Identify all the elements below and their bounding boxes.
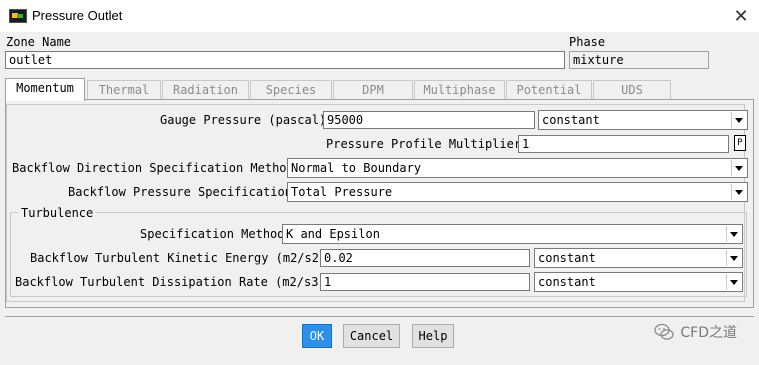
parameter-button[interactable]: P	[734, 135, 746, 151]
fluent-app-icon	[9, 9, 27, 23]
gauge-pressure-method-select[interactable]: constant	[538, 110, 748, 130]
tdr-method-select[interactable]: constant	[534, 272, 743, 292]
tke-input[interactable]: 0.02	[320, 249, 530, 267]
phase-label: Phase	[569, 35, 606, 49]
turbulence-legend: Turbulence	[18, 206, 97, 220]
profile-multiplier-label: Pressure Profile Multiplier	[326, 137, 522, 151]
profile-multiplier-input[interactable]: 1	[518, 135, 729, 153]
chevron-down-icon	[731, 112, 746, 128]
zone-name-input[interactable]: outlet	[5, 51, 565, 69]
divider	[5, 316, 754, 317]
specification-method-select[interactable]: K and Epsilon	[282, 224, 743, 244]
tab-thermal[interactable]: Thermal	[87, 80, 161, 100]
specification-method-label: Specification Method	[140, 227, 285, 241]
tab-potential[interactable]: Potential	[506, 80, 592, 100]
watermark: CFD之道	[654, 322, 737, 342]
tab-species[interactable]: Species	[250, 80, 332, 100]
chevron-down-icon	[731, 160, 746, 176]
specification-method-value: K and Epsilon	[286, 227, 380, 241]
tdr-input[interactable]: 1	[320, 273, 530, 291]
backflow-direction-label: Backflow Direction Specification Method	[12, 161, 294, 175]
chevron-down-icon	[726, 250, 741, 266]
tab-dpm[interactable]: DPM	[333, 80, 413, 100]
backflow-direction-select[interactable]: Normal to Boundary	[287, 158, 748, 178]
close-icon[interactable]: ✕	[723, 0, 759, 32]
window-title: Pressure Outlet	[32, 8, 123, 23]
tab-radiation[interactable]: Radiation	[162, 80, 249, 100]
backflow-pressure-label: Backflow Pressure Specification	[68, 185, 292, 199]
tab-multiphase[interactable]: Multiphase	[414, 80, 505, 100]
phase-field: mixture	[569, 51, 709, 69]
tke-method-value: constant	[538, 251, 596, 265]
backflow-direction-value: Normal to Boundary	[291, 161, 422, 175]
tke-method-select[interactable]: constant	[534, 248, 743, 268]
tke-label: Backflow Turbulent Kinetic Energy (m2/s2…	[30, 251, 327, 265]
help-button[interactable]: Help	[412, 324, 454, 348]
cancel-button[interactable]: Cancel	[343, 324, 400, 348]
backflow-pressure-value: Total Pressure	[291, 185, 393, 199]
watermark-text: CFD之道	[680, 325, 737, 341]
zone-name-label: Zone Name	[6, 35, 72, 49]
wechat-icon	[654, 323, 675, 340]
gauge-pressure-input[interactable]: 95000	[323, 111, 535, 129]
tab-uds[interactable]: UDS	[593, 80, 671, 100]
chevron-down-icon	[731, 184, 746, 200]
gauge-pressure-label: Gauge Pressure (pascal)	[160, 113, 327, 127]
gauge-pressure-method-value: constant	[542, 113, 600, 127]
backflow-pressure-select[interactable]: Total Pressure	[287, 182, 748, 202]
chevron-down-icon	[726, 226, 741, 242]
title-bar: Pressure Outlet ✕	[0, 0, 759, 32]
tdr-label: Backflow Turbulent Dissipation Rate (m2/…	[15, 275, 326, 289]
tdr-method-value: constant	[538, 275, 596, 289]
ok-button[interactable]: OK	[302, 324, 332, 348]
chevron-down-icon	[726, 274, 741, 290]
tab-momentum[interactable]: Momentum	[5, 78, 85, 101]
